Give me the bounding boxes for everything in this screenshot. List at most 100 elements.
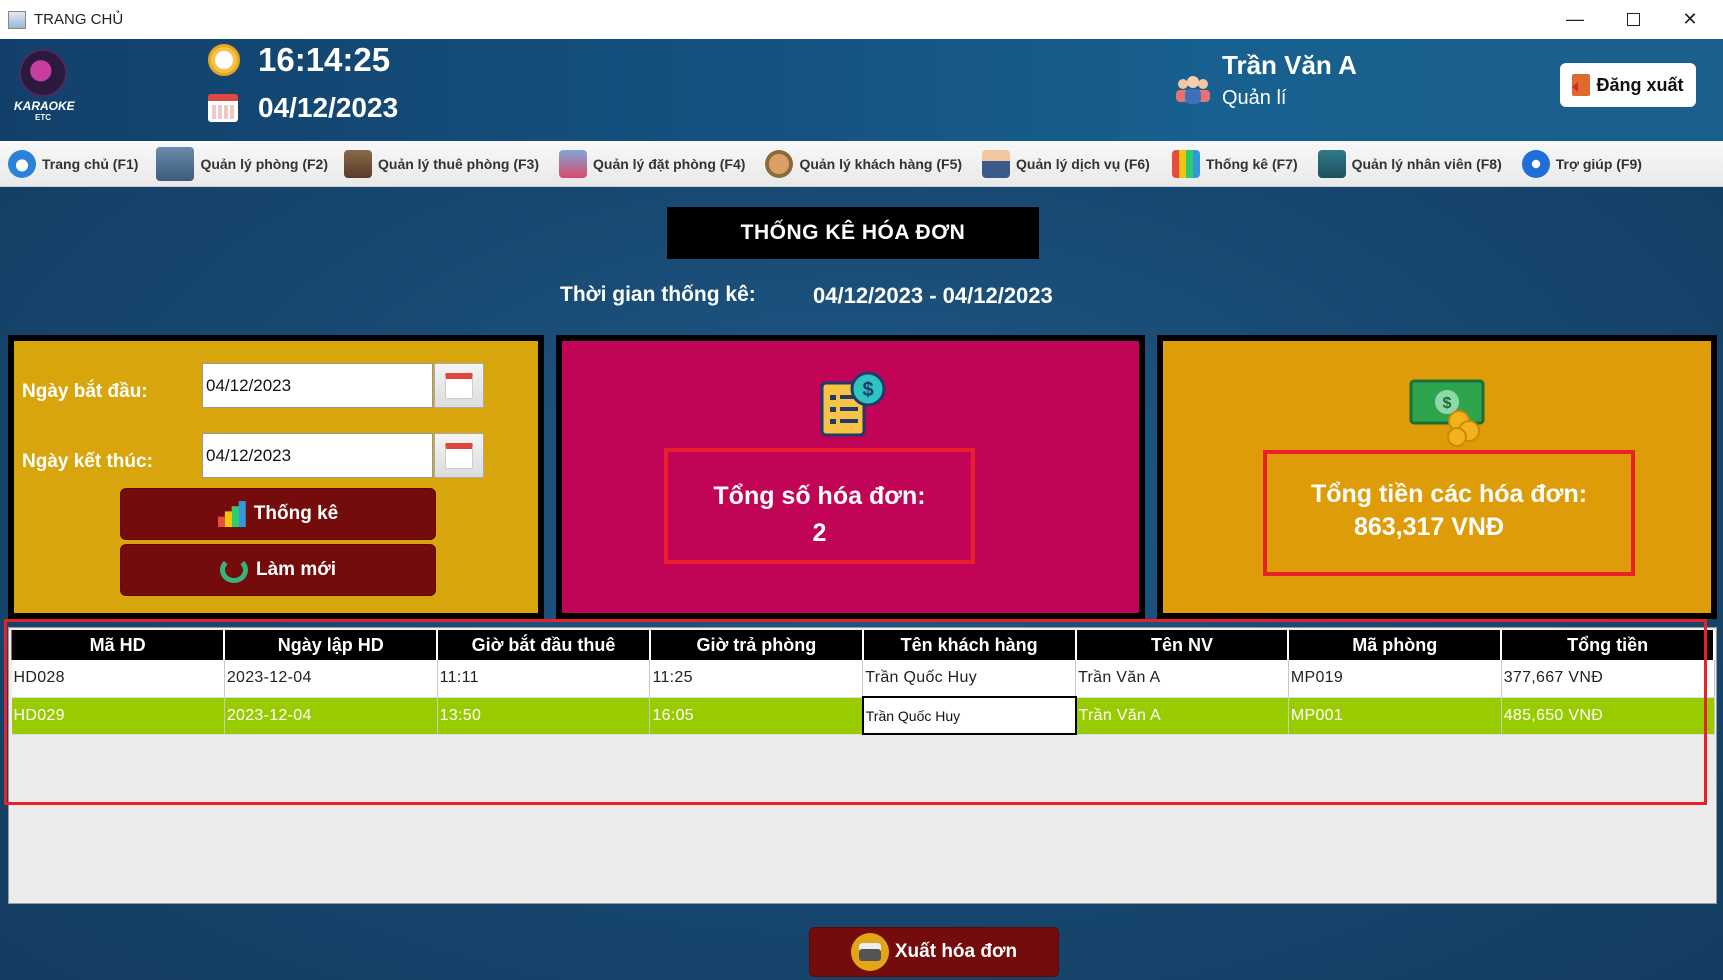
menu-item-customers[interactable]: Quản lý khách hàng (F5) [761,141,966,187]
statistics-page: THỐNG KÊ HÓA ĐƠN Thời gian thống kê: 04/… [0,187,1723,980]
menu-item-staff[interactable]: Quản lý nhân viên (F8) [1314,141,1506,187]
window-titlebar: TRANG CHỦ — ✕ [0,0,1723,39]
logo-disc-icon [19,49,67,97]
menu-item-label: Quản lý khách hàng (F5) [799,155,963,172]
close-button[interactable]: ✕ [1661,0,1719,39]
java-app-icon [8,10,26,29]
logo-subtext: ETC [35,113,51,122]
table-cell[interactable]: Trần Quốc Huy [862,660,1077,698]
end-date-label: Ngày kết thúc: [22,451,153,472]
money-icon: $ [1409,379,1485,447]
column-header[interactable]: Giờ bắt đầu thuê [436,630,651,660]
help-icon [1521,149,1550,178]
table-cell[interactable]: 2023-12-04 [224,697,438,735]
staff-service-icon [982,149,1011,178]
table-row-selected[interactable]: HD029 2023-12-04 13:50 16:05 Trần Quốc H… [11,696,1715,735]
minimize-button[interactable]: — [1546,0,1604,39]
calendar-icon [445,372,473,399]
menu-item-label: Quản lý phòng (F2) [200,155,328,172]
app-header: KARAOKE ETC 16:14:25 04/12/2023 Trần Văn… [0,39,1723,141]
invoice-total-panel: $ Tổng tiền các hóa đơn: 863,317 VNĐ [1157,335,1717,619]
menu-item-label: Quản lý dịch vụ (F6) [1016,155,1150,172]
menu-item-booking[interactable]: Quản lý đặt phòng (F4) [555,141,749,187]
column-header[interactable]: Tên khách hàng [862,630,1077,660]
column-header[interactable]: Tên NV [1075,630,1290,660]
maximize-button[interactable] [1604,0,1662,39]
table-header-row: Mã HD Ngày lập HD Giờ bắt đầu thuê Giờ t… [11,630,1715,660]
period-label: Thời gian thống kê: [560,283,756,306]
refresh-button-label: Làm mới [255,559,337,580]
menu-item-label: Quản lý nhân viên (F8) [1351,155,1502,172]
menu-item-label: Quản lý đặt phòng (F4) [593,155,746,172]
export-invoice-button[interactable]: Xuất hóa đơn [809,927,1059,977]
menu-item-statistics[interactable]: Thống kê (F7) [1168,141,1302,187]
table-cell[interactable]: HD028 [11,660,225,698]
page-title: THỐNG KÊ HÓA ĐƠN [667,207,1039,259]
table-cell[interactable]: MP019 [1288,660,1502,698]
menu-item-rooms[interactable]: Quản lý phòng (F2) [152,141,332,187]
refresh-icon [219,557,248,583]
statistics-button[interactable]: Thống kê [120,488,436,540]
table-cell[interactable]: 13:50 [437,697,651,735]
invoice-table-area: Mã HD Ngày lập HD Giờ bắt đầu thuê Giờ t… [8,627,1717,904]
column-header[interactable]: Tổng tiền [1500,630,1715,660]
table-cell[interactable]: 11:25 [649,660,864,698]
column-header[interactable]: Mã HD [11,630,226,660]
table-cell[interactable]: MP001 [1288,697,1502,735]
team-icon [1317,149,1346,178]
refresh-button[interactable]: Làm mới [120,544,436,596]
menu-item-label: Trang chủ (F1) [42,155,139,172]
table-cell-focused[interactable]: Trần Quốc Huy [861,696,1077,735]
logout-door-icon [1572,74,1591,96]
start-date-picker-button[interactable] [434,363,484,408]
table-cell[interactable]: 16:05 [649,697,864,735]
invoice-count-panel: $ Tổng số hóa đơn: 2 [556,335,1145,619]
column-header[interactable]: Ngày lập HD [223,630,439,660]
building-icon [156,146,195,181]
menu-item-home[interactable]: Trang chủ (F1) [4,141,142,187]
column-header[interactable]: Giờ trả phòng [649,630,864,660]
start-date-input[interactable] [202,363,433,408]
table-cell[interactable]: 485,650 VNĐ [1501,697,1715,735]
period-value: 04/12/2023 - 04/12/2023 [813,283,1053,308]
calendar-icon [208,94,238,122]
table-cell[interactable]: 2023-12-04 [224,660,438,698]
window-title: TRANG CHỦ [34,11,124,28]
customer-hand-icon [765,149,794,178]
export-invoice-label: Xuất hóa đơn [894,941,1018,962]
table-cell[interactable]: HD029 [11,697,225,735]
start-date-label: Ngày bắt đầu: [22,381,148,402]
menu-item-label: Trợ giúp (F9) [1555,155,1642,172]
invoice-count-box: Tổng số hóa đơn: 2 [664,448,975,564]
invoice-table: Mã HD Ngày lập HD Giờ bắt đầu thuê Giờ t… [11,630,1715,735]
user-name: Trần Văn A [1222,50,1357,80]
current-date: 04/12/2023 [258,92,399,123]
end-date-picker-button[interactable] [434,433,484,478]
invoice-total-label: Tổng tiền các hóa đơn: [1310,480,1588,508]
home-icon [8,149,36,178]
bar-chart-icon [217,501,246,527]
statistics-button-label: Thống kê [253,503,339,524]
end-date-input[interactable] [202,433,433,478]
menu-item-room-rental[interactable]: Quản lý thuê phòng (F3) [340,141,543,187]
logout-label: Đăng xuất [1596,74,1684,95]
table-cell[interactable]: 377,667 VNĐ [1501,660,1715,698]
main-menubar: Trang chủ (F1) Quản lý phòng (F2) Quản l… [0,141,1723,187]
menu-item-label: Quản lý thuê phòng (F3) [378,155,539,172]
logo-text: KARAOKE [14,99,75,113]
table-row[interactable]: HD028 2023-12-04 11:11 11:25 Trần Quốc H… [11,660,1715,698]
invoice-document-icon: $ [820,371,886,437]
logout-button[interactable]: Đăng xuất [1560,63,1696,107]
table-cell[interactable]: Trần Văn A [1075,697,1289,735]
table-cell[interactable]: Trần Văn A [1075,660,1289,698]
column-header[interactable]: Mã phòng [1287,630,1503,660]
table-cell[interactable]: 11:11 [437,660,651,698]
current-time: 16:14:25 [258,41,391,78]
filter-panel: Ngày bắt đầu: Ngày kết thúc: Thống kê Là… [8,335,544,619]
menu-item-services[interactable]: Quản lý dịch vụ (F6) [978,141,1154,187]
invoice-count-label: Tổng số hóa đơn: [713,482,926,510]
menu-item-help[interactable]: Trợ giúp (F9) [1518,141,1646,187]
menu-item-label: Thống kê (F7) [1205,155,1298,172]
svg-text:$: $ [862,379,873,401]
user-role: Quản lí [1222,87,1287,109]
